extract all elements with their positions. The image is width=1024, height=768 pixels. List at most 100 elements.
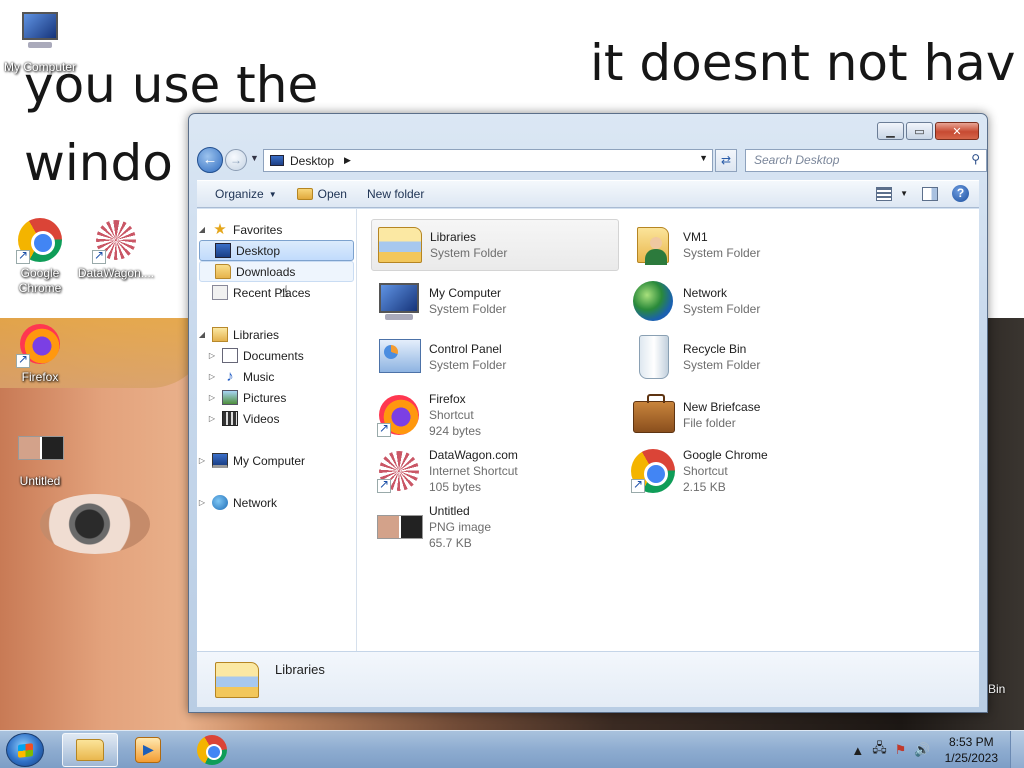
search-input[interactable]: Search Desktop ⚲	[745, 149, 987, 172]
expand-arrow-icon[interactable]: ▷	[207, 414, 217, 423]
recent-pages-dropdown[interactable]: ▼	[250, 153, 259, 163]
recycle-bin-icon	[629, 333, 677, 381]
desktop-icon-firefox[interactable]: Firefox	[0, 320, 80, 385]
window-controls: ▁ ▭ ✕	[877, 122, 979, 140]
item-name: Firefox	[429, 392, 466, 406]
forward-button[interactable]: →	[225, 149, 247, 171]
nav-libraries[interactable]: ◢ Libraries	[197, 324, 356, 345]
address-dropdown-icon[interactable]: ▼	[699, 153, 708, 163]
nav-favorites[interactable]: ◢ ★ Favorites	[197, 219, 356, 240]
new-folder-button[interactable]: New folder	[359, 184, 432, 204]
details-item-name: Libraries	[275, 662, 325, 677]
address-bar[interactable]: Desktop ▶ ▼	[263, 149, 713, 172]
forward-arrow-icon: →	[230, 153, 242, 167]
explorer-content: ◢ ★ Favorites Desktop Downloads Recent P…	[197, 209, 979, 651]
minimize-button[interactable]: ▁	[877, 122, 904, 140]
start-button[interactable]	[6, 733, 44, 767]
expand-arrow-icon[interactable]: ▷	[207, 351, 217, 360]
computer-icon	[212, 453, 228, 468]
png-image-icon	[375, 503, 423, 551]
nav-label: Recent Places	[233, 285, 311, 300]
file-item-datawagon[interactable]: DataWagon.com Internet Shortcut 105 bytes	[371, 443, 619, 499]
back-arrow-icon: ←	[202, 151, 218, 168]
nav-pictures[interactable]: ▷ Pictures	[197, 387, 356, 408]
taskbar-explorer-button[interactable]	[62, 733, 118, 767]
file-item-firefox[interactable]: Firefox Shortcut 924 bytes	[371, 387, 619, 443]
nav-recent-places[interactable]: Recent Places	[197, 282, 356, 303]
collapse-arrow-icon[interactable]: ◢	[197, 225, 207, 234]
nav-label: Desktop	[236, 243, 281, 258]
wallpaper-caption-3: it doesnt not hav	[590, 34, 1016, 92]
help-icon[interactable]: ?	[952, 185, 969, 202]
expand-arrow-icon[interactable]: ▷	[207, 372, 217, 381]
desktop-icon-untitled[interactable]: Untitled	[0, 424, 80, 489]
show-hidden-icons-icon[interactable]: ▲	[851, 743, 864, 758]
action-center-icon[interactable]: ⚑	[895, 742, 907, 758]
preview-pane-icon[interactable]	[922, 186, 938, 201]
item-size: 924 bytes	[429, 424, 482, 438]
refresh-button[interactable]: ⇄	[715, 149, 737, 172]
file-item-untitled[interactable]: Untitled PNG image 65.7 KB	[371, 499, 619, 555]
maximize-button[interactable]: ▭	[906, 122, 933, 140]
desktop-icon-my-computer[interactable]: My Computer	[0, 10, 80, 75]
window-titlebar[interactable]: ▁ ▭ ✕	[189, 114, 987, 144]
taskbar-media-player-button[interactable]	[120, 733, 176, 767]
item-name: Untitled	[429, 504, 470, 518]
show-desktop-button[interactable]	[1010, 731, 1024, 768]
search-icon[interactable]: ⚲	[971, 152, 980, 166]
wallpaper-caption-2: windo	[24, 134, 173, 192]
nav-music[interactable]: ▷ ♪ Music	[197, 366, 356, 387]
expand-arrow-icon[interactable]: ▷	[197, 498, 207, 507]
taskbar-chrome-button[interactable]	[184, 733, 240, 767]
breadcrumb-desktop[interactable]: Desktop	[290, 154, 334, 168]
libraries-icon	[212, 327, 228, 342]
desktop-icon-google-chrome[interactable]: Google Chrome	[0, 216, 80, 296]
command-bar: Organize ▼ Open New folder ▼ ?	[197, 180, 979, 208]
file-item-network[interactable]: Network System Folder	[625, 275, 873, 327]
nav-desktop[interactable]: Desktop	[199, 240, 354, 261]
nav-label: Music	[243, 369, 275, 384]
open-button[interactable]: Open	[289, 184, 355, 204]
briefcase-icon	[629, 391, 677, 439]
file-item-control-panel[interactable]: Control Panel System Folder	[371, 331, 619, 383]
desktop-icon-label: Google Chrome	[18, 266, 62, 295]
shortcut-arrow-icon	[377, 421, 391, 437]
chevron-down-icon: ▼	[900, 189, 908, 198]
downloads-folder-icon	[215, 264, 231, 279]
open-label: Open	[317, 187, 347, 201]
refresh-icon: ⇄	[720, 153, 732, 167]
desktop-icon-recycle-bin-label[interactable]: Bin	[988, 682, 1005, 696]
item-type: Shortcut	[429, 408, 474, 422]
desktop-icon-datawagon[interactable]: DataWagon....	[76, 216, 156, 281]
nav-downloads[interactable]: Downloads	[199, 261, 354, 282]
file-item-my-computer[interactable]: My Computer System Folder	[371, 275, 619, 327]
back-button[interactable]: ←	[197, 147, 223, 173]
volume-icon[interactable]: 🔊	[914, 742, 930, 758]
item-name: Network	[683, 286, 728, 300]
views-icon	[876, 186, 893, 201]
recent-places-icon	[212, 285, 228, 300]
network-icon	[629, 277, 677, 325]
nav-my-computer[interactable]: ▷ My Computer	[197, 450, 356, 471]
file-item-new-briefcase[interactable]: New Briefcase File folder	[625, 387, 873, 443]
file-item-vm1[interactable]: VM1 System Folder	[625, 219, 873, 271]
nav-documents[interactable]: ▷ Documents	[197, 345, 356, 366]
collapse-arrow-icon[interactable]: ◢	[197, 330, 207, 339]
network-status-icon[interactable]: 🖧	[872, 739, 887, 761]
file-item-recycle-bin[interactable]: Recycle Bin System Folder	[625, 331, 873, 383]
file-item-libraries[interactable]: Libraries System Folder	[371, 219, 619, 271]
change-view-button[interactable]: ▼	[876, 186, 908, 201]
nav-videos[interactable]: ▷ Videos	[197, 408, 356, 429]
clock[interactable]: 8:53 PM 1/25/2023	[945, 734, 998, 766]
expand-arrow-icon[interactable]: ▷	[207, 393, 217, 402]
file-item-google-chrome[interactable]: Google Chrome Shortcut 2.15 KB	[625, 443, 873, 499]
breadcrumb-chevron-icon[interactable]: ▶	[344, 155, 351, 166]
organize-button[interactable]: Organize ▼	[207, 184, 285, 204]
item-name: Recycle Bin	[683, 342, 747, 356]
nav-network[interactable]: ▷ Network	[197, 492, 356, 513]
close-button[interactable]: ✕	[935, 122, 979, 140]
item-name: New Briefcase	[683, 400, 761, 414]
navigation-pane: ◢ ★ Favorites Desktop Downloads Recent P…	[197, 209, 357, 651]
expand-arrow-icon[interactable]: ▷	[197, 456, 207, 465]
file-list: Libraries System Folder VM1 System Folder …	[357, 209, 979, 651]
